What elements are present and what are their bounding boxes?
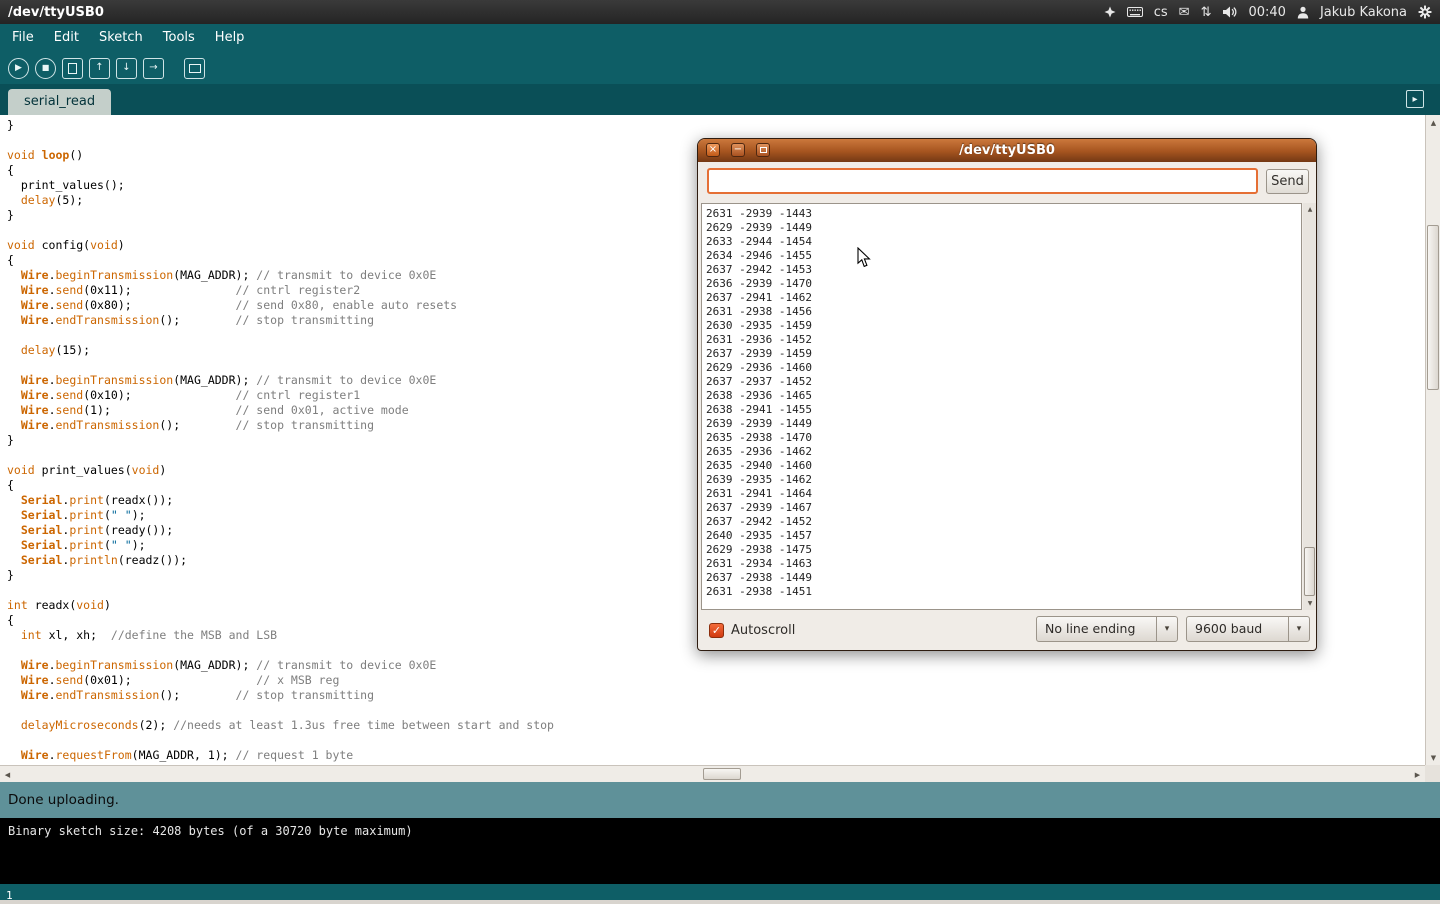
status-bar: Done uploading. (0, 782, 1440, 818)
verify-button[interactable]: ▶ (8, 58, 29, 79)
toolbar-buttons: ▶ ■ ↑ ↓ → (0, 52, 1440, 84)
indicator-applet-icon[interactable] (1104, 6, 1116, 18)
line-ending-select[interactable]: No line ending ▾ (1036, 616, 1178, 642)
open-button[interactable]: ↑ (89, 58, 110, 79)
autoscroll-label: Autoscroll (731, 623, 795, 638)
system-tray: cs ✉ ⇅ 00:40 Jakub Kakona (1104, 5, 1440, 19)
code-line (7, 703, 1425, 718)
stop-icon: ■ (42, 64, 50, 72)
autoscroll-checkbox[interactable]: ✓ (709, 623, 724, 638)
top-panel: /dev/ttyUSB0 cs ✉ ⇅ (0, 0, 1440, 24)
code-line: Wire.beginTransmission(MAG_ADDR); // tra… (7, 658, 1425, 673)
serial-output[interactable]: 2631 -2939 -1443 2629 -2939 -1449 2633 -… (701, 203, 1302, 610)
session-gear-icon[interactable] (1418, 5, 1432, 19)
menu-edit[interactable]: Edit (44, 24, 89, 52)
code-line (7, 733, 1425, 748)
mail-icon[interactable]: ✉ (1179, 6, 1190, 19)
serial-monitor-body: Send 2631 -2939 -1443 2629 -2939 -1449 2… (698, 162, 1316, 651)
mouse-cursor (857, 247, 871, 272)
baud-rate-select[interactable]: 9600 baud ▾ (1186, 616, 1310, 642)
tabbar: serial_read ▸ (0, 84, 1440, 115)
volume-icon[interactable] (1222, 6, 1237, 18)
scroll-up-arrow[interactable]: ▲ (1303, 203, 1317, 216)
dropdown-arrow-icon: ▾ (1288, 617, 1309, 641)
scrollbar-corner (1425, 765, 1440, 782)
active-window-title: /dev/ttyUSB0 (8, 5, 104, 20)
line-number: 1 (6, 888, 13, 904)
menu-help[interactable]: Help (205, 24, 255, 52)
serial-scrollbar-thumb[interactable] (1304, 547, 1315, 596)
keyboard-layout-icon[interactable] (1127, 7, 1143, 17)
clock[interactable]: 00:40 (1248, 6, 1285, 19)
tab-menu-icon: ▸ (1412, 94, 1417, 105)
scroll-down-arrow[interactable]: ▼ (1426, 750, 1440, 765)
desktop: /dev/ttyUSB0 cs ✉ ⇅ (0, 0, 1440, 900)
serial-monitor-titlebar[interactable]: × − /dev/ttyUSB0 (698, 139, 1316, 162)
serial-monitor-button[interactable] (184, 58, 205, 79)
serial-monitor-window: × − /dev/ttyUSB0 Send 2631 -2939 -1443 2… (697, 138, 1317, 651)
check-icon: ✓ (712, 624, 721, 637)
baud-rate-value: 9600 baud (1187, 617, 1288, 641)
new-sketch-button[interactable] (62, 58, 83, 79)
editor-hscrollbar[interactable]: ◀ ▶ (0, 765, 1425, 782)
scroll-left-arrow[interactable]: ◀ (0, 767, 15, 782)
new-file-icon (68, 63, 77, 74)
menu-file[interactable]: File (2, 24, 44, 52)
upload-button[interactable]: → (143, 58, 164, 79)
window-close-button[interactable]: × (706, 143, 720, 157)
menu-sketch[interactable]: Sketch (89, 24, 153, 52)
dropdown-arrow-icon: ▾ (1156, 617, 1177, 641)
tab-serial-read[interactable]: serial_read (8, 89, 111, 115)
serial-scrollbar[interactable]: ▲ ▼ (1303, 203, 1317, 610)
tab-menu-button[interactable]: ▸ (1406, 90, 1424, 108)
code-line: Wire.requestFrom(MAG_ADDR, 1); // reques… (7, 748, 1425, 763)
maximize-icon (760, 147, 767, 153)
console: Binary sketch size: 4208 bytes (of a 307… (0, 818, 1440, 884)
network-icon[interactable]: ⇅ (1201, 6, 1212, 19)
scroll-right-arrow[interactable]: ▶ (1410, 767, 1425, 782)
console-output: Binary sketch size: 4208 bytes (of a 307… (8, 824, 1432, 839)
code-line: Wire.endTransmission(); // stop transmit… (7, 688, 1425, 703)
line-ending-value: No line ending (1037, 617, 1156, 641)
tab-label: serial_read (24, 94, 95, 109)
status-message: Done uploading. (8, 792, 119, 808)
scroll-down-arrow[interactable]: ▼ (1303, 597, 1317, 610)
user-icon (1297, 6, 1309, 19)
play-icon: ▶ (15, 64, 22, 73)
upload-icon: → (149, 63, 157, 73)
window-minimize-button[interactable]: − (731, 143, 745, 157)
stop-button[interactable]: ■ (35, 58, 56, 79)
editor-vscrollbar[interactable]: ▲ ▼ (1425, 115, 1440, 765)
menubar: FileEditSketchToolsHelp (0, 24, 1440, 52)
hscrollbar-thumb[interactable] (703, 768, 741, 780)
serial-monitor-icon (189, 64, 201, 73)
send-button[interactable]: Send (1266, 169, 1309, 194)
scroll-up-arrow[interactable]: ▲ (1426, 115, 1440, 130)
vscrollbar-thumb[interactable] (1427, 225, 1439, 390)
keyboard-layout-label[interactable]: cs (1154, 6, 1168, 19)
line-number-strip: 1 (0, 884, 1440, 900)
code-line: delayMicroseconds(2); //needs at least 1… (7, 718, 1425, 733)
code-line: } (7, 118, 1425, 133)
serial-send-input[interactable] (707, 168, 1258, 194)
save-button[interactable]: ↓ (116, 58, 137, 79)
menu-tools[interactable]: Tools (153, 24, 205, 52)
save-icon: ↓ (122, 63, 130, 73)
toolbar: ▶ ■ ↑ ↓ → (0, 52, 1440, 84)
open-icon: ↑ (95, 63, 103, 73)
window-maximize-button[interactable] (756, 143, 770, 157)
serial-output-text: 2631 -2939 -1443 2629 -2939 -1449 2633 -… (706, 207, 1297, 599)
serial-monitor-title: /dev/ttyUSB0 (698, 139, 1316, 162)
code-line: Wire.send(0x01); // x MSB reg (7, 673, 1425, 688)
user-menu[interactable]: Jakub Kakona (1320, 6, 1407, 19)
